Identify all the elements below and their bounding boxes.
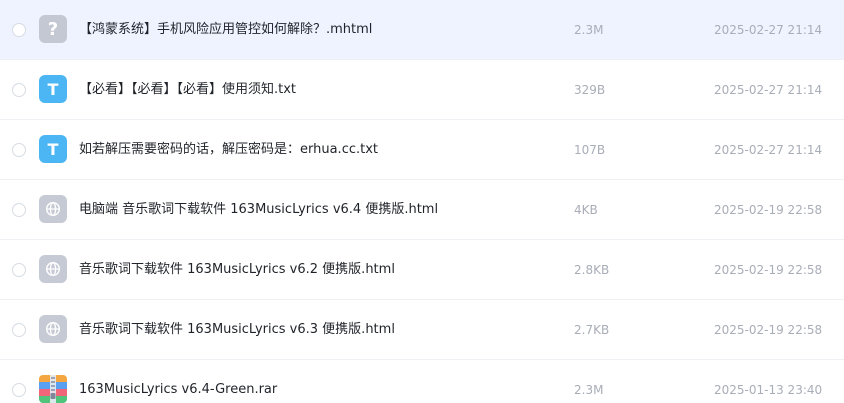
row-checkbox[interactable] xyxy=(12,323,26,337)
row-checkbox[interactable] xyxy=(12,203,26,217)
file-name[interactable]: 电脑端 音乐歌词下载软件 163MusicLyrics v6.4 便携版.htm… xyxy=(79,202,438,218)
globe-icon xyxy=(45,261,61,277)
rar-archive-icon xyxy=(39,375,67,403)
text-file-icon: T xyxy=(39,135,67,163)
file-name[interactable]: 音乐歌词下载软件 163MusicLyrics v6.2 便携版.html xyxy=(79,262,395,278)
file-row[interactable]: 音乐歌词下载软件 163MusicLyrics v6.3 便携版.html 2.… xyxy=(0,300,844,360)
file-date: 2025-02-27 21:14 xyxy=(714,23,823,37)
row-checkbox[interactable] xyxy=(12,83,26,97)
globe-icon xyxy=(45,321,61,337)
file-date: 2025-02-27 21:14 xyxy=(714,143,823,157)
file-size: 2.8KB xyxy=(574,263,610,277)
file-date: 2025-02-19 22:58 xyxy=(714,323,823,337)
file-row[interactable]: ? 【鸿蒙系统】手机风险应用管控如何解除？.mhtml 2.3M 2025-02… xyxy=(0,0,844,60)
file-row[interactable]: T 如若解压需要密码的话，解压密码是：erhua.cc.txt 107B 202… xyxy=(0,120,844,180)
file-size: 329B xyxy=(574,83,606,97)
file-date: 2025-01-13 23:40 xyxy=(714,383,823,397)
file-row[interactable]: T 【必看】【必看】【必看】使用须知.txt 329B 2025-02-27 2… xyxy=(0,60,844,120)
row-checkbox[interactable] xyxy=(12,143,26,157)
globe-icon xyxy=(45,201,61,217)
web-file-icon xyxy=(39,255,67,283)
file-name[interactable]: 【鸿蒙系统】手机风险应用管控如何解除？.mhtml xyxy=(79,22,372,38)
row-checkbox[interactable] xyxy=(12,383,26,397)
file-row[interactable]: 电脑端 音乐歌词下载软件 163MusicLyrics v6.4 便携版.htm… xyxy=(0,180,844,240)
file-row[interactable]: 音乐歌词下载软件 163MusicLyrics v6.2 便携版.html 2.… xyxy=(0,240,844,300)
file-row[interactable]: 163MusicLyrics v6.4-Green.rar 2.3M 2025-… xyxy=(0,360,844,403)
row-checkbox[interactable] xyxy=(12,263,26,277)
file-size: 4KB xyxy=(574,203,598,217)
row-checkbox[interactable] xyxy=(12,23,26,37)
web-file-icon xyxy=(39,315,67,343)
file-size: 2.7KB xyxy=(574,323,610,337)
file-name[interactable]: 音乐歌词下载软件 163MusicLyrics v6.3 便携版.html xyxy=(79,322,395,338)
file-size: 107B xyxy=(574,143,606,157)
web-file-icon xyxy=(39,195,67,223)
file-name[interactable]: 163MusicLyrics v6.4-Green.rar xyxy=(79,382,277,398)
file-size: 2.3M xyxy=(574,23,604,37)
file-list: ? 【鸿蒙系统】手机风险应用管控如何解除？.mhtml 2.3M 2025-02… xyxy=(0,0,844,403)
file-date: 2025-02-27 21:14 xyxy=(714,83,823,97)
file-size: 2.3M xyxy=(574,383,604,397)
file-date: 2025-02-19 22:58 xyxy=(714,263,823,277)
text-file-icon: T xyxy=(39,75,67,103)
file-name[interactable]: 如若解压需要密码的话，解压密码是：erhua.cc.txt xyxy=(79,142,378,158)
file-date: 2025-02-19 22:58 xyxy=(714,203,823,217)
unknown-file-icon: ? xyxy=(39,15,67,43)
archive-file-icon xyxy=(39,375,67,403)
file-name[interactable]: 【必看】【必看】【必看】使用须知.txt xyxy=(79,82,296,98)
